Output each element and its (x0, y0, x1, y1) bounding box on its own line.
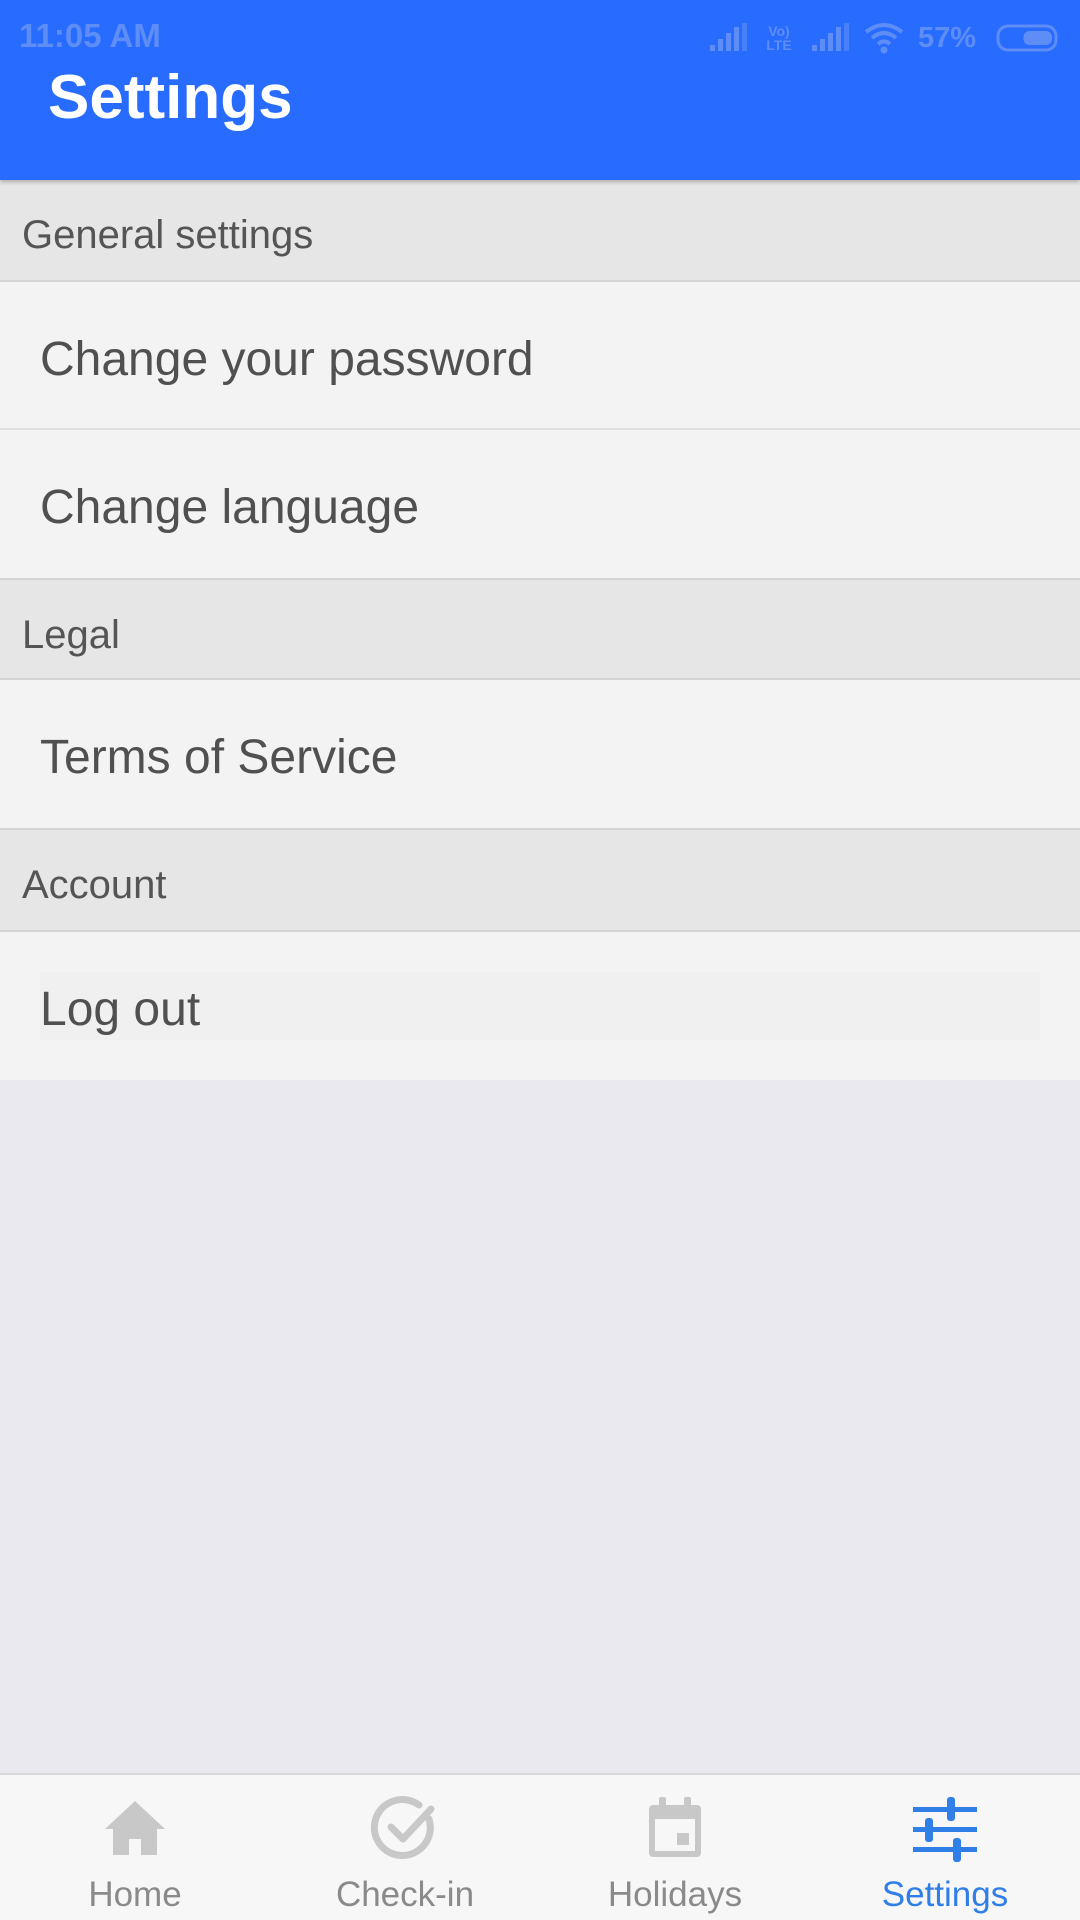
battery-percent: 57% (917, 21, 976, 54)
list-item-label: Terms of Service (40, 731, 398, 784)
wifi-icon (864, 23, 904, 54)
volte-icon: Vo) LTE (766, 23, 792, 53)
tab-holidays[interactable]: Holidays (540, 1775, 810, 1920)
battery-icon (996, 24, 1058, 52)
logout-button[interactable]: Log out (40, 972, 1040, 1040)
bottom-tab-bar: Home Check-in Holidays Settings (0, 1773, 1080, 1920)
home-icon (99, 1793, 171, 1865)
check-circle-icon (369, 1793, 441, 1865)
page-title: Settings (48, 63, 293, 132)
logout-item[interactable]: Log out (0, 932, 1080, 1080)
tab-label: Settings (881, 1875, 1009, 1914)
tab-check-in[interactable]: Check-in (270, 1775, 540, 1920)
section-title: General settings (22, 213, 314, 257)
tab-label: Home (88, 1875, 182, 1914)
signal-icon-2 (811, 23, 849, 51)
terms-of-service-item[interactable]: Terms of Service (0, 680, 1080, 828)
list-item-label: Change your password (40, 333, 534, 386)
app-header: 11:05 AM Vo) LTE 57% Settings (0, 0, 1080, 180)
calendar-icon (639, 1793, 711, 1865)
tab-label: Holidays (607, 1875, 743, 1914)
change-password-item[interactable]: Change your password (0, 282, 1080, 430)
sliders-icon (909, 1793, 981, 1865)
tab-settings[interactable]: Settings (810, 1775, 1080, 1920)
tab-home[interactable]: Home (0, 1775, 270, 1920)
section-title: Account (22, 863, 167, 907)
signal-icon (709, 23, 747, 51)
settings-list: General settings Change your password Ch… (0, 180, 1080, 1080)
section-title: Legal (22, 613, 120, 657)
status-time: 11:05 AM (19, 17, 161, 54)
section-header-legal: Legal (0, 578, 1080, 680)
change-language-item[interactable]: Change language (0, 430, 1080, 578)
list-item-label: Change language (40, 481, 420, 534)
section-header-general: General settings (0, 180, 1080, 282)
status-icons: Vo) LTE 57% (708, 18, 1062, 58)
tab-label: Check-in (335, 1875, 475, 1914)
section-header-account: Account (0, 828, 1080, 932)
list-item-label: Log out (40, 983, 201, 1036)
